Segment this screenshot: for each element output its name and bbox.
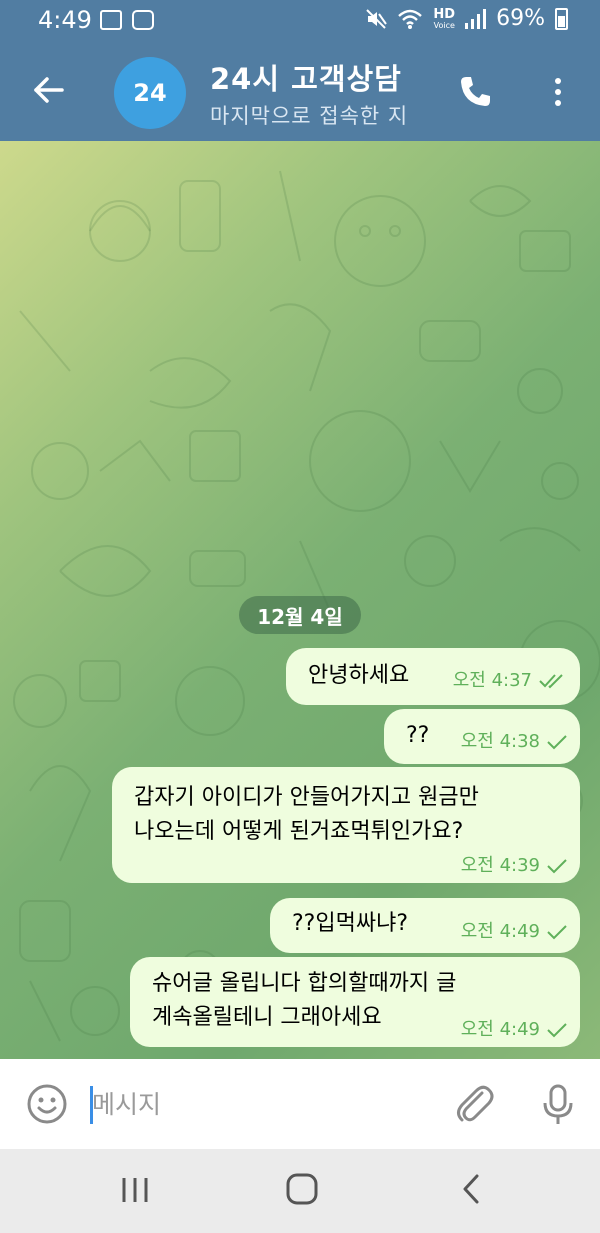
- avatar-text: 24: [133, 79, 167, 107]
- chat-header: 24 24시 고객상담 마지막으로 접속한 지: [0, 42, 600, 141]
- message-meta: 오전 4:49: [461, 915, 568, 949]
- message-time: 오전 4:49: [460, 1019, 540, 1040]
- message-composer: [0, 1059, 600, 1149]
- message-time: 오전 4:38: [460, 731, 540, 752]
- message-bubble[interactable]: ?? 오전 4:38: [384, 709, 580, 764]
- double-check-icon: [539, 674, 563, 689]
- hd-label: HD: [433, 6, 456, 22]
- message-bubble[interactable]: ??입먹싸냐? 오전 4:49: [270, 898, 580, 953]
- check-icon: [547, 735, 567, 750]
- gallery-icon: [100, 10, 122, 30]
- check-icon: [547, 859, 567, 874]
- message-text: ??입먹싸냐?: [292, 911, 408, 936]
- message-text: 안녕하세요: [308, 663, 410, 688]
- paperclip-icon: [457, 1085, 494, 1122]
- message-meta: 오전 4:37: [453, 664, 568, 698]
- message-text: 계속올릴테니 그래아세요: [152, 1005, 382, 1030]
- back-button[interactable]: [28, 70, 68, 110]
- voice-message-button[interactable]: [540, 1083, 576, 1127]
- home-button[interactable]: [285, 1171, 319, 1207]
- message-input[interactable]: [88, 1077, 428, 1131]
- chat-title[interactable]: 24시 고객상담: [210, 56, 402, 98]
- message-bubble[interactable]: 갑자기 아이디가 안들어가지고 원금만 나오는데 어떻게 된거죠먹튀인가요? 오…: [112, 767, 580, 883]
- message-time: 오전 4:49: [460, 921, 540, 942]
- more-vertical-icon: [555, 78, 561, 106]
- mute-icon: [366, 8, 388, 29]
- message-meta: 오전 4:39: [461, 849, 568, 883]
- message-time: 오전 4:37: [452, 670, 532, 691]
- chat-area[interactable]: 12월 4일 안녕하세요 오전 4:37 ?? 오전 4:38 갑자기 아이디가…: [0, 141, 600, 1059]
- chevron-left-icon: [463, 1174, 479, 1204]
- message-bubble[interactable]: 슈어글 올립니다 합의할때까지 글 계속올릴테니 그래아세요 오전 4:49: [130, 957, 580, 1047]
- message-meta: 오전 4:49: [461, 1013, 568, 1047]
- avatar[interactable]: 24: [114, 57, 186, 129]
- smiley-icon: [27, 1084, 67, 1124]
- battery-icon: [555, 7, 568, 30]
- call-button[interactable]: [455, 72, 495, 112]
- voice-label: Voice: [433, 20, 455, 30]
- check-icon: [547, 925, 567, 940]
- home-icon: [286, 1173, 318, 1205]
- message-meta: 오전 4:38: [461, 725, 568, 759]
- wifi-icon: [398, 9, 423, 29]
- check-icon: [547, 1023, 567, 1038]
- phone-icon: [461, 77, 490, 106]
- message-time: 오전 4:39: [460, 855, 540, 876]
- arrow-left-icon: [34, 77, 64, 103]
- message-text: 슈어글 올립니다 합의할때까지 글: [152, 971, 457, 996]
- chat-subtitle: 마지막으로 접속한 지: [210, 104, 409, 128]
- recents-icon: [122, 1178, 148, 1202]
- more-menu-button[interactable]: [546, 72, 570, 112]
- emoji-button[interactable]: [26, 1083, 68, 1125]
- message-bubble[interactable]: 안녕하세요 오전 4:37: [286, 648, 580, 705]
- status-bar: 4:49 HD Voice 69%: [0, 0, 600, 42]
- recents-button[interactable]: [118, 1174, 152, 1206]
- date-separator: 12월 4일: [239, 596, 361, 634]
- system-navigation-bar: [0, 1149, 600, 1233]
- status-left-icons: [100, 10, 154, 30]
- text-cursor: [90, 1086, 93, 1124]
- status-right-icons: HD Voice 69%: [365, 6, 568, 31]
- status-time: 4:49: [38, 6, 92, 34]
- message-text: 나오는데 어떻게 된거죠먹튀인가요?: [134, 819, 464, 844]
- screen-record-icon: [132, 10, 154, 30]
- battery-percent: 69%: [496, 6, 545, 31]
- message-text: 갑자기 아이디가 안들어가지고 원금만: [134, 785, 479, 810]
- message-text: ??: [406, 723, 430, 748]
- signal-icon: [465, 8, 487, 29]
- nav-back-button[interactable]: [460, 1171, 482, 1207]
- hd-voice-indicator: HD Voice: [433, 8, 455, 30]
- attach-button[interactable]: [452, 1081, 496, 1127]
- microphone-icon: [543, 1084, 573, 1124]
